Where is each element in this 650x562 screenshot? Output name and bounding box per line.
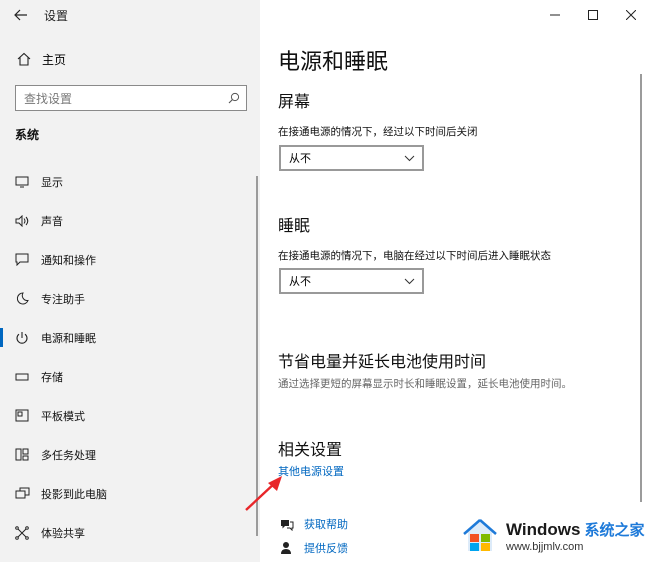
sleep-description: 在接通电源的情况下，电脑在经过以下时间后进入睡眠状态 (278, 250, 551, 262)
power-icon (12, 331, 32, 345)
sidebar-item-storage[interactable]: 存储 (0, 357, 260, 396)
section-title: 系统 (15, 128, 40, 142)
sidebar-item-label: 平板模式 (41, 409, 85, 423)
home-button[interactable]: 主页 (0, 44, 260, 74)
screen-description: 在接通电源的情况下，经过以下时间后关闭 (278, 126, 478, 138)
sidebar-item-sound[interactable]: 声音 (0, 201, 260, 240)
drive-icon (12, 373, 32, 381)
title-bar: 设置 (0, 0, 260, 30)
minimize-button[interactable] (536, 0, 574, 30)
sleep-heading: 睡眠 (278, 216, 311, 235)
sidebar-item-project[interactable]: 投影到此电脑 (0, 474, 260, 513)
watermark-url: www.bjjmlv.com (506, 541, 584, 553)
page-title: 电源和睡眠 (278, 50, 389, 75)
sidebar-item-label: 声音 (41, 214, 63, 228)
battery-description: 通过选择更短的屏幕显示时长和睡眠设置，延长电池使用时间。 (278, 378, 572, 390)
sleep-timeout-value: 从不 (289, 275, 311, 288)
chevron-down-icon (396, 278, 422, 285)
sidebar-nav: 显示 声音 通知和操作 专注助手 电源和睡眠 存储 平板模式 多任务处理 投影到… (0, 162, 260, 552)
moon-icon (12, 292, 32, 305)
back-button[interactable] (6, 0, 36, 30)
sidebar-item-label: 通知和操作 (41, 253, 96, 267)
sidebar-item-notifications[interactable]: 通知和操作 (0, 240, 260, 279)
sidebar-item-label: 体验共享 (41, 526, 85, 540)
watermark: Windows 系统之家 www.bjjmlv.com (460, 512, 650, 560)
screen-timeout-value: 从不 (289, 152, 311, 165)
maximize-button[interactable] (574, 0, 612, 30)
sidebar-item-label: 电源和睡眠 (41, 331, 96, 345)
give-feedback-link[interactable]: 提供反馈 (278, 538, 348, 558)
home-label: 主页 (42, 52, 67, 67)
get-help-label: 获取帮助 (304, 518, 348, 531)
screen-heading: 屏幕 (278, 92, 311, 111)
minimize-icon (550, 14, 560, 16)
main-content: 电源和睡眠 屏幕 在接通电源的情况下，经过以下时间后关闭 从不 睡眠 在接通电源… (260, 0, 650, 562)
sidebar-item-label: 专注助手 (41, 292, 85, 306)
close-icon (626, 10, 636, 20)
share-icon (12, 525, 32, 540)
arrow-left-icon (14, 9, 27, 21)
screen-timeout-select[interactable]: 从不 (279, 145, 424, 171)
sidebar-item-label: 存储 (41, 370, 63, 384)
sidebar-item-multitasking[interactable]: 多任务处理 (0, 435, 260, 474)
search-input[interactable]: 查找设置 (15, 85, 247, 111)
annotation-arrow-icon (245, 476, 282, 511)
sidebar-item-power-sleep[interactable]: 电源和睡眠 (0, 318, 260, 357)
sidebar-item-label: 多任务处理 (41, 448, 96, 462)
give-feedback-label: 提供反馈 (304, 542, 348, 555)
close-button[interactable] (612, 0, 650, 30)
watermark-brand: Windows (506, 520, 581, 539)
get-help-link[interactable]: 获取帮助 (278, 514, 348, 534)
speaker-icon (12, 214, 32, 227)
home-icon (14, 52, 34, 66)
search-icon[interactable] (222, 92, 246, 104)
battery-heading: 节省电量并延长电池使用时间 (278, 352, 487, 371)
watermark-cn: 系统之家 (584, 522, 645, 539)
project-icon (12, 487, 32, 500)
feedback-icon (278, 541, 296, 555)
tablet-icon (12, 409, 32, 422)
help-chat-icon (278, 518, 296, 531)
monitor-icon (12, 176, 32, 188)
window-title: 设置 (44, 8, 69, 23)
sidebar: 设置 主页 查找设置 系统 显示 声音 通知和操作 专注助手 电源和睡眠 存储 … (0, 0, 260, 562)
sleep-timeout-select[interactable]: 从不 (279, 268, 424, 294)
sidebar-item-tablet-mode[interactable]: 平板模式 (0, 396, 260, 435)
sidebar-item-focus-assist[interactable]: 专注助手 (0, 279, 260, 318)
maximize-icon (588, 10, 598, 20)
windows-logo-icon (463, 519, 497, 551)
chevron-down-icon (396, 155, 422, 162)
sidebar-item-label: 显示 (41, 175, 63, 189)
message-icon (12, 253, 32, 266)
content-scrollbar[interactable] (640, 74, 642, 502)
sidebar-item-shared-experiences[interactable]: 体验共享 (0, 513, 260, 552)
search-placeholder: 查找设置 (24, 91, 73, 106)
sidebar-item-label: 投影到此电脑 (41, 487, 107, 501)
sidebar-item-display[interactable]: 显示 (0, 162, 260, 201)
related-settings-heading: 相关设置 (278, 440, 343, 459)
multitask-icon (12, 448, 32, 461)
window-controls (536, 0, 650, 30)
